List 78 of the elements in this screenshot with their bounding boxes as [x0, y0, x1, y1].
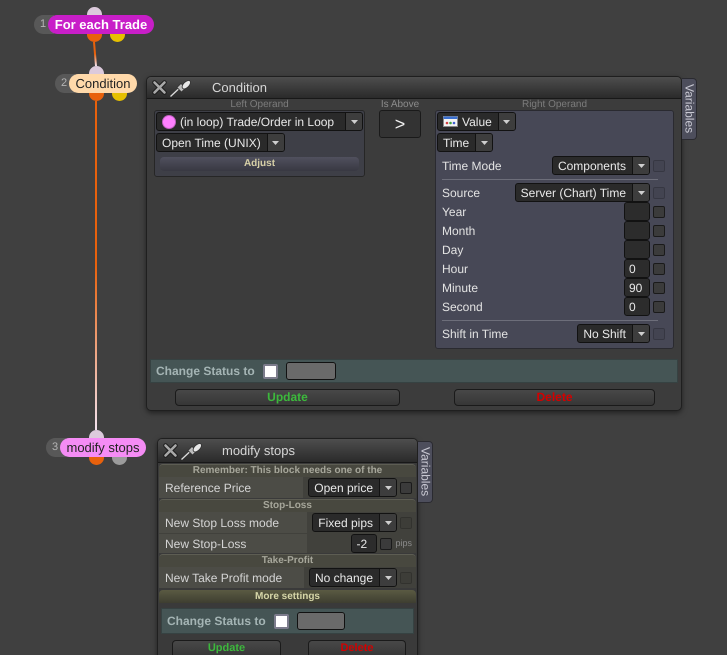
operand-caption: Left Operand [229, 99, 290, 110]
window-title: modify stops [222, 442, 295, 460]
caret-icon [638, 332, 644, 336]
dropdown[interactable]: Open price [308, 478, 397, 497]
variables-tab[interactable]: Variables [418, 441, 433, 503]
checkbox[interactable] [653, 300, 665, 312]
operand-caption: Right Operand [520, 99, 588, 110]
node-label[interactable]: For each Trade [48, 15, 154, 34]
number-field[interactable]: 0 [624, 297, 650, 316]
checkbox[interactable] [653, 244, 665, 256]
checkbox[interactable] [380, 538, 392, 550]
operator-button[interactable]: > [379, 110, 421, 138]
field-label: Second [442, 298, 483, 316]
field-label: New Take Profit mode [159, 567, 304, 588]
field-label: Source [442, 184, 480, 202]
number-field[interactable]: -2 [351, 534, 378, 553]
checkbox[interactable] [400, 482, 412, 494]
dropdown[interactable]: Fixed pips [312, 513, 397, 532]
pin-icon[interactable] [170, 78, 192, 96]
status-label: Change Status to [166, 613, 266, 630]
operator-caption: Is Above [380, 99, 420, 110]
dropdown[interactable]: (in loop) Trade/Order in Loop [156, 112, 363, 131]
field-label: Day [442, 242, 464, 258]
caret-icon [384, 576, 392, 580]
color-swatch-field[interactable] [296, 612, 345, 630]
dropdown[interactable]: No change [308, 568, 397, 587]
field-label: Year [442, 204, 466, 220]
field-label: Time Mode [442, 158, 502, 174]
window-icon [443, 116, 458, 127]
number-field[interactable] [624, 221, 650, 240]
field-label: Shift in Time [442, 326, 508, 342]
update-button[interactable]: Update [175, 389, 400, 406]
caret-icon [638, 164, 644, 168]
window-title: Condition [212, 78, 267, 97]
field-label: New Stop-Loss [159, 534, 308, 553]
node-label[interactable]: Condition [69, 74, 137, 93]
field-label: Minute [442, 280, 478, 296]
field-label: Month [442, 222, 476, 240]
caret-icon [503, 120, 510, 124]
dropdown[interactable]: Time [437, 133, 494, 152]
color-swatch-field[interactable] [286, 362, 336, 380]
dropdown[interactable]: Value [437, 112, 516, 131]
checkbox[interactable] [653, 206, 665, 218]
caret-icon [638, 190, 644, 194]
section-heading: Remember: This block needs one of the [159, 465, 416, 477]
node-label[interactable]: modify stops [60, 438, 146, 457]
more-settings-button[interactable]: More settings [159, 590, 416, 603]
adjust-button[interactable]: Adjust [160, 157, 359, 171]
field-label: Hour [442, 260, 468, 278]
field-label: Reference Price [159, 477, 304, 498]
close-icon[interactable] [152, 80, 167, 95]
update-button[interactable]: Update [172, 640, 281, 655]
checkbox[interactable] [262, 364, 278, 378]
pin-icon[interactable] [181, 442, 203, 460]
checkbox[interactable] [653, 224, 665, 236]
caret-icon [384, 486, 392, 490]
dropdown[interactable]: Open Time (UNIX) [156, 133, 285, 152]
caret-icon [350, 120, 358, 124]
caret-icon [384, 520, 392, 524]
caret-icon [272, 140, 280, 144]
checkbox[interactable] [653, 282, 665, 294]
caret-icon [480, 140, 488, 144]
status-label: Change Status to [155, 363, 255, 380]
unit-label: pips [395, 536, 412, 550]
variables-tab[interactable]: Variables [682, 78, 697, 140]
close-icon[interactable] [163, 443, 178, 458]
dropdown[interactable]: No Shift [577, 324, 650, 343]
number-field[interactable]: 0 [624, 259, 650, 278]
number-field[interactable] [624, 202, 650, 221]
dropdown[interactable]: Components [552, 156, 650, 175]
section-heading: Stop-Loss [159, 500, 416, 512]
number-field[interactable] [624, 240, 650, 259]
number-field[interactable]: 90 [624, 278, 650, 297]
field-label: New Stop Loss mode [159, 512, 308, 533]
dropdown[interactable]: Server (Chart) Time [514, 183, 650, 202]
checkbox[interactable] [274, 614, 289, 628]
section-heading: Take-Profit [159, 555, 416, 567]
checkbox[interactable] [653, 262, 665, 274]
